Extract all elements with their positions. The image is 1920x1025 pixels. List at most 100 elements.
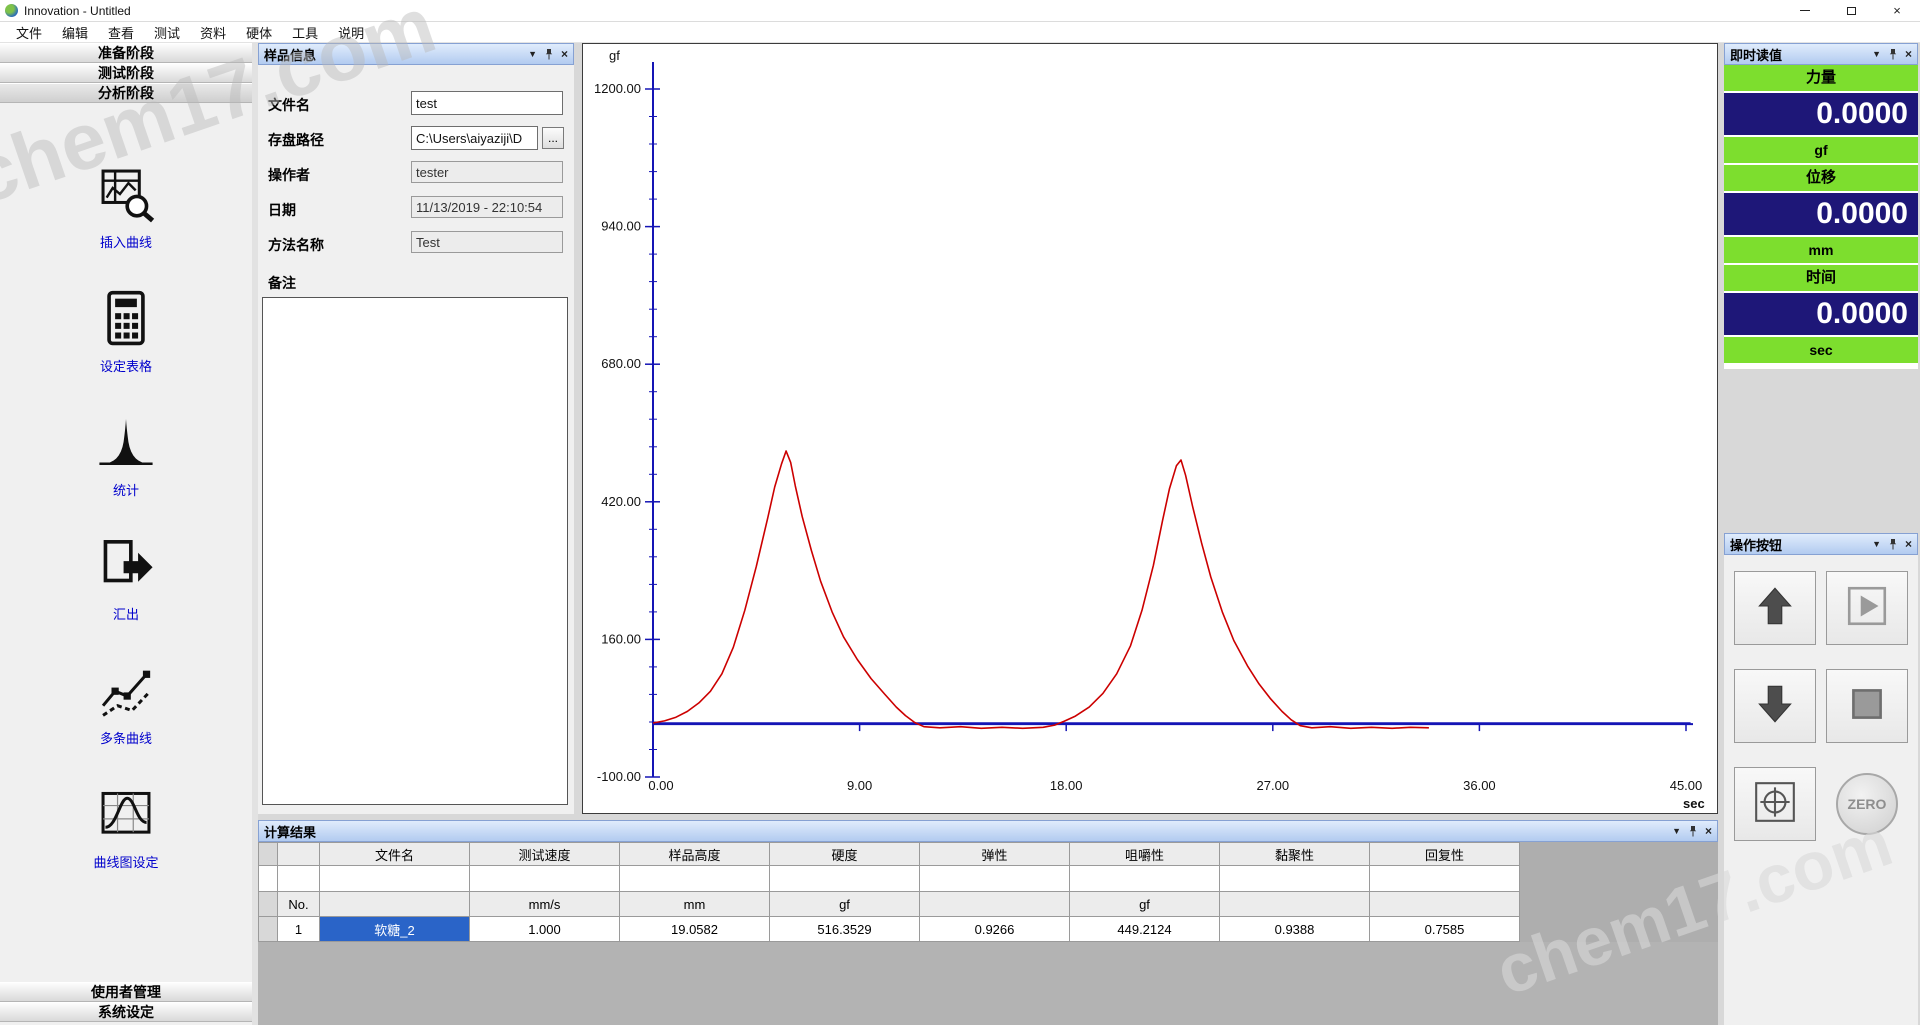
- unit-header: mm/s: [470, 892, 620, 917]
- row-number[interactable]: 1: [278, 917, 320, 942]
- table-cell: [620, 866, 770, 892]
- action-buttons-panel: 操作按钮 ▼ × ZERO: [1724, 533, 1918, 1025]
- column-header: 黏聚性: [1220, 842, 1370, 866]
- table-cell: [278, 866, 320, 892]
- menu-item-2[interactable]: 编辑: [52, 23, 98, 42]
- realtime-readout-panel: 即时读值 ▼ × 力量0.0000gf位移0.0000mm时间0.0000sec: [1724, 43, 1918, 369]
- tool-label: 设定表格: [100, 356, 152, 375]
- column-header: 硬度: [770, 842, 920, 866]
- run-button[interactable]: [1826, 571, 1908, 645]
- menu-item-6[interactable]: 硬体: [236, 23, 282, 42]
- svg-text:36.00: 36.00: [1463, 778, 1496, 793]
- readout-label: 力量: [1724, 65, 1918, 91]
- close-icon[interactable]: ×: [1905, 48, 1912, 60]
- field-label: 存盘路径: [268, 130, 324, 150]
- table-filler: [1520, 892, 1718, 917]
- sample-info-panel: 样品信息 ▼ × 文件名存盘路径...操作者日期方法名称 备注: [258, 43, 574, 814]
- zero-button[interactable]: ZERO: [1826, 767, 1908, 841]
- field-label: 方法名称: [268, 235, 324, 255]
- data-cell[interactable]: 449.2124: [1070, 917, 1220, 942]
- data-cell[interactable]: 516.3529: [770, 917, 920, 942]
- menu-item-5[interactable]: 资料: [190, 23, 236, 42]
- pin-icon[interactable]: [1888, 538, 1898, 550]
- actions-header: 操作按钮 ▼ ×: [1724, 533, 1918, 555]
- menu-item-3[interactable]: 查看: [98, 23, 144, 42]
- readout-unit: gf: [1724, 137, 1918, 163]
- menu-item-8[interactable]: 说明: [328, 23, 374, 42]
- sample-info-title: 样品信息: [264, 45, 316, 64]
- chevron-down-icon[interactable]: ▼: [1872, 50, 1881, 59]
- sidebar-bottom-button[interactable]: 系统设定: [0, 1002, 252, 1022]
- svg-text:420.00: 420.00: [601, 494, 641, 509]
- pin-icon[interactable]: [1688, 825, 1698, 837]
- row-selector[interactable]: [258, 917, 278, 942]
- remark-textarea[interactable]: [262, 297, 568, 805]
- tool-list: 插入曲线设定表格统计汇出多条曲线曲线图设定: [0, 119, 252, 909]
- data-cell[interactable]: 19.0582: [620, 917, 770, 942]
- chart-canvas: 1200.00940.00680.00420.00160.00-100.000.…: [583, 44, 1717, 813]
- readout-label: 位移: [1724, 165, 1918, 191]
- table-cell: [1070, 866, 1220, 892]
- close-icon[interactable]: ×: [561, 48, 568, 60]
- unit-header: [920, 892, 1070, 917]
- column-header: 样品高度: [620, 842, 770, 866]
- table-cell: [920, 866, 1070, 892]
- pin-icon[interactable]: [544, 48, 554, 60]
- tool-multi-curve[interactable]: 多条曲线: [97, 661, 155, 747]
- play-icon: [1844, 583, 1890, 634]
- svg-text:1200.00: 1200.00: [594, 81, 641, 96]
- readout-label: 时间: [1724, 265, 1918, 291]
- browse-button[interactable]: ...: [542, 127, 564, 149]
- maximize-button[interactable]: [1828, 0, 1874, 22]
- target-button[interactable]: [1734, 767, 1816, 841]
- curve-settings-icon: [97, 785, 155, 848]
- tool-label: 汇出: [113, 604, 139, 623]
- menu-item-1[interactable]: 文件: [6, 23, 52, 42]
- pin-icon[interactable]: [1888, 48, 1898, 60]
- minimize-button[interactable]: [1782, 0, 1828, 22]
- stop-button[interactable]: [1826, 669, 1908, 743]
- unit-header: [320, 892, 470, 917]
- title-bar: Innovation - Untitled ×: [0, 0, 1920, 22]
- table-row: No.mm/smmgfgf: [258, 892, 1718, 917]
- data-cell[interactable]: 0.9266: [920, 917, 1070, 942]
- data-cell[interactable]: 1.000: [470, 917, 620, 942]
- tool-label: 插入曲线: [100, 232, 152, 251]
- jog-down-button[interactable]: [1734, 669, 1816, 743]
- actions-body: ZERO: [1724, 555, 1918, 841]
- table-cell: [470, 866, 620, 892]
- field-input-1[interactable]: [411, 91, 563, 115]
- stage-button[interactable]: 准备阶段: [0, 43, 252, 63]
- close-button[interactable]: ×: [1874, 0, 1920, 22]
- menu-item-7[interactable]: 工具: [282, 23, 328, 42]
- field-input-3[interactable]: [411, 161, 563, 183]
- close-icon[interactable]: ×: [1705, 825, 1712, 837]
- field-input-2[interactable]: [411, 126, 538, 150]
- zero-icon: ZERO: [1836, 773, 1898, 835]
- sidebar-bottom-button[interactable]: 使用者管理: [0, 982, 252, 1002]
- tool-insert-curve[interactable]: 插入曲线: [97, 165, 155, 251]
- tool-table-setup[interactable]: 设定表格: [97, 289, 155, 375]
- data-cell[interactable]: 0.7585: [1370, 917, 1520, 942]
- chevron-down-icon[interactable]: ▼: [1672, 827, 1681, 836]
- close-icon[interactable]: ×: [1905, 538, 1912, 550]
- table-row: 1软糖_21.00019.0582516.35290.9266449.21240…: [258, 917, 1718, 942]
- chevron-down-icon[interactable]: ▼: [1872, 540, 1881, 549]
- results-panel: 计算结果 ▼ × 文件名测试速度样品高度硬度弹性咀嚼性黏聚性回复性No.mm/s…: [258, 820, 1718, 1025]
- jog-up-button[interactable]: [1734, 571, 1816, 645]
- tool-export[interactable]: 汇出: [97, 537, 155, 623]
- field-input-5[interactable]: [411, 231, 563, 253]
- stage-button[interactable]: 测试阶段: [0, 63, 252, 83]
- field-input-4[interactable]: [411, 196, 563, 218]
- tool-statistics[interactable]: 统计: [97, 413, 155, 499]
- tool-label: 曲线图设定: [93, 852, 158, 871]
- data-cell[interactable]: 0.9388: [1220, 917, 1370, 942]
- tool-curve-settings[interactable]: 曲线图设定: [93, 785, 158, 871]
- chevron-down-icon[interactable]: ▼: [528, 50, 537, 59]
- unit-header: gf: [1070, 892, 1220, 917]
- svg-text:940.00: 940.00: [601, 219, 641, 234]
- menu-item-4[interactable]: 测试: [144, 23, 190, 42]
- stage-button[interactable]: 分析阶段: [0, 83, 252, 103]
- arrow-down-icon: [1752, 681, 1798, 732]
- data-cell[interactable]: 软糖_2: [320, 917, 470, 942]
